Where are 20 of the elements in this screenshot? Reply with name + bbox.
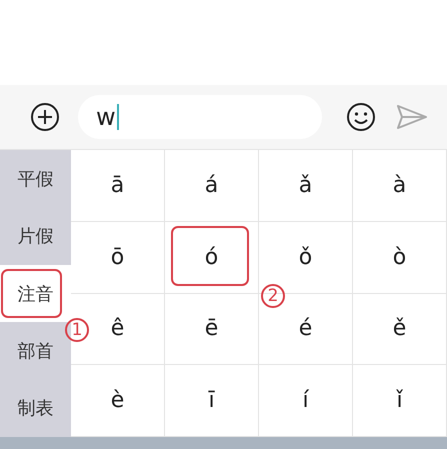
category-tab[interactable]: 片假 [0, 207, 71, 265]
key[interactable]: ě [353, 294, 447, 366]
key[interactable]: ō [71, 222, 165, 294]
add-icon[interactable] [30, 102, 60, 132]
key[interactable]: à [353, 150, 447, 222]
message-input-field[interactable]: w [78, 95, 322, 139]
step-marker: 1 [65, 318, 89, 342]
key[interactable]: ò [353, 222, 447, 294]
key[interactable]: ā [71, 150, 165, 222]
key[interactable]: ē [165, 294, 259, 366]
step-marker: 2 [261, 284, 285, 308]
text-caret [116, 104, 119, 130]
key[interactable]: ó [165, 222, 259, 294]
input-text: w [96, 103, 116, 131]
key[interactable]: á [165, 150, 259, 222]
category-tab[interactable]: 平假 [0, 150, 71, 208]
category-tab[interactable]: 注音 [0, 264, 71, 322]
category-tab[interactable]: 制表 [0, 380, 71, 438]
key[interactable]: ǎ [259, 150, 353, 222]
emoji-icon[interactable] [346, 102, 376, 132]
